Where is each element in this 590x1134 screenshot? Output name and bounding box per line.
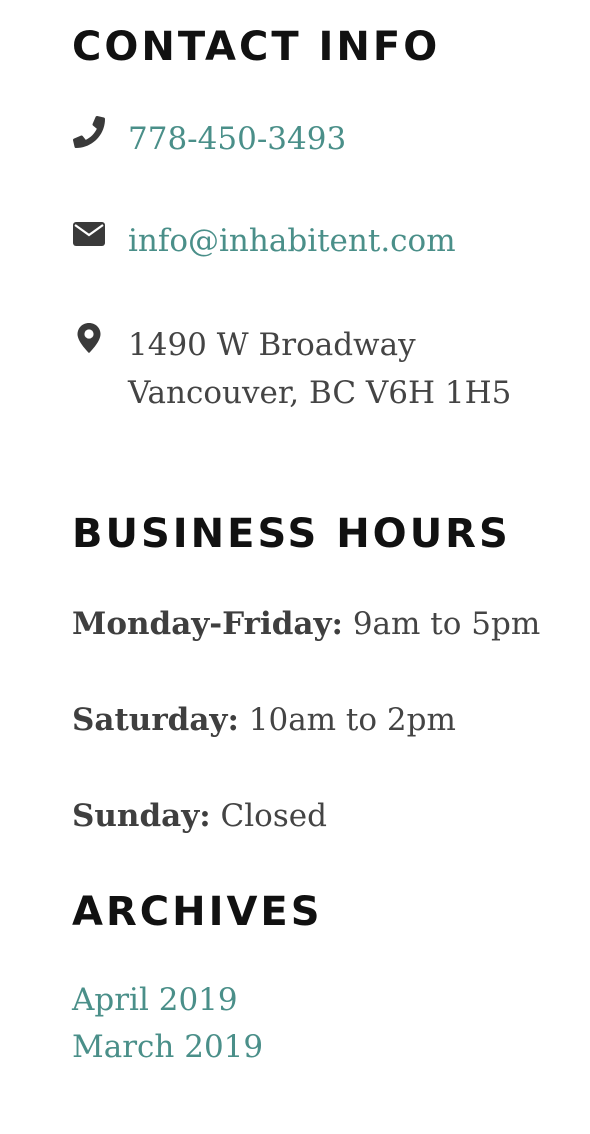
- contact-info-heading: CONTACT INFO: [72, 24, 441, 70]
- archives-heading: ARCHIVES: [72, 889, 323, 935]
- hours-item-weekday: Monday-Friday: 9am to 5pm: [72, 602, 540, 646]
- address-row: 1490 W Broadway Vancouver, BC V6H 1H5: [72, 321, 511, 417]
- hours-day-label: Sunday:: [72, 798, 211, 834]
- address-line-2: Vancouver, BC V6H 1H5: [128, 375, 512, 411]
- phone-row: 778-450-3493: [72, 115, 346, 163]
- hours-day-label: Monday-Friday:: [72, 606, 343, 642]
- phone-link[interactable]: 778-450-3493: [128, 115, 346, 163]
- archives-list: April 2019 March 2019: [72, 977, 263, 1071]
- hours-item-sunday: Sunday: Closed: [72, 794, 327, 838]
- hours-time: 10am to 2pm: [248, 702, 456, 738]
- envelope-icon: [72, 217, 106, 251]
- business-hours-heading: BUSINESS HOURS: [72, 511, 511, 557]
- address-block: 1490 W Broadway Vancouver, BC V6H 1H5: [128, 321, 511, 417]
- email-link[interactable]: info@inhabitent.com: [128, 217, 456, 265]
- archive-link-april-2019[interactable]: April 2019: [72, 977, 263, 1024]
- address-line-1: 1490 W Broadway: [128, 327, 416, 363]
- hours-item-saturday: Saturday: 10am to 2pm: [72, 698, 456, 742]
- phone-icon: [72, 115, 106, 149]
- email-row: info@inhabitent.com: [72, 217, 456, 265]
- hours-time: 9am to 5pm: [352, 606, 541, 642]
- hours-time: Closed: [220, 798, 327, 834]
- map-marker-icon: [72, 321, 106, 355]
- archive-link-march-2019[interactable]: March 2019: [72, 1024, 263, 1071]
- hours-day-label: Saturday:: [72, 702, 239, 738]
